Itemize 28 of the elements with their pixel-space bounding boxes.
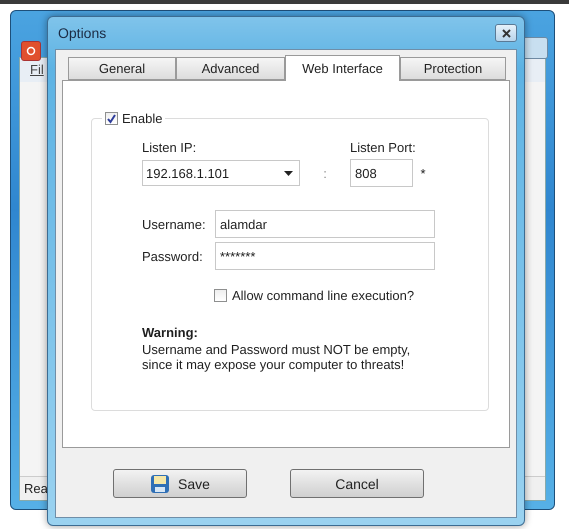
checkbox[interactable]: [105, 112, 118, 125]
save-button[interactable]: Save: [113, 469, 247, 498]
username-field[interactable]: alamdar: [215, 210, 435, 238]
tab[interactable]: General: [68, 57, 176, 80]
password-field[interactable]: *******: [215, 242, 435, 270]
cancel-button[interactable]: Cancel: [290, 469, 424, 498]
checkbox-label: Allow command line execution?: [232, 288, 414, 303]
port-field[interactable]: 808: [350, 159, 413, 187]
close-icon: [502, 28, 510, 38]
status-text: Rea: [24, 481, 48, 496]
field-label: Listen IP:: [142, 140, 198, 155]
required-mark: *: [420, 166, 426, 180]
field-label: Username:: [142, 216, 207, 232]
tab[interactable]: Protection: [400, 57, 506, 80]
field-label: Password:: [142, 248, 204, 264]
caret-icon: [284, 170, 293, 176]
ip-dropdown[interactable]: 192.168.1.101: [142, 160, 300, 186]
tab[interactable]: Web Interface: [285, 55, 400, 81]
checkbox[interactable]: [214, 289, 227, 302]
field-label: Listen Port:: [350, 140, 413, 155]
warning-text: Username and Password must NOT be empty, since it may expose your computer to threats!: [142, 342, 412, 372]
separator-text: :: [323, 166, 327, 180]
checkbox-label: Enable: [122, 111, 162, 126]
warning-title: Warning:: [142, 325, 199, 340]
window-title: Options: [58, 25, 106, 41]
app-icon: [21, 41, 41, 61]
close-button[interactable]: [495, 24, 517, 42]
tab[interactable]: Advanced: [176, 57, 285, 80]
